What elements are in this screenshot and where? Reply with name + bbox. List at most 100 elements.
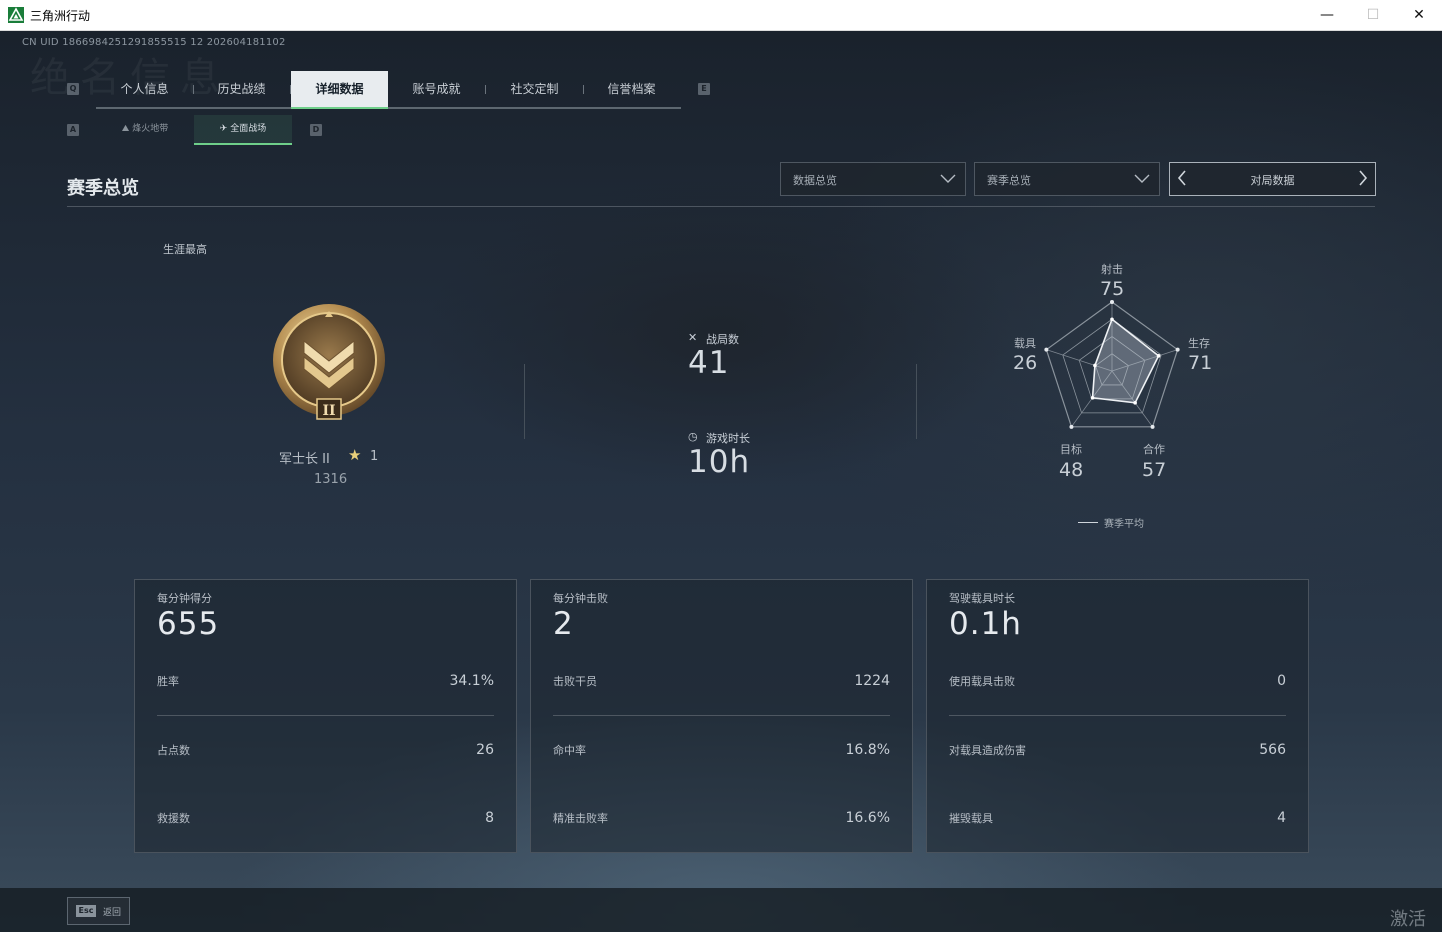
key-hint-d: D xyxy=(310,124,322,136)
close-button[interactable]: ✕ xyxy=(1396,0,1442,30)
radar-point-0 xyxy=(1110,317,1114,322)
tab-detailed-data[interactable]: 详细数据 xyxy=(291,71,388,109)
stat-value: 8 xyxy=(485,810,494,826)
stat-label: 摧毁载具 xyxy=(949,812,993,825)
card-head-label: 驾驶载具时长 xyxy=(949,592,1015,605)
row-divider xyxy=(949,715,1286,716)
radar-axis-dot xyxy=(1110,300,1114,304)
radar-label-shooting: 射击 xyxy=(1101,263,1123,276)
legend-line xyxy=(1078,522,1098,523)
card-head-value: 0.1h xyxy=(949,606,1022,642)
radar-value-vehicle: 26 xyxy=(1013,352,1038,374)
season-dropdown[interactable]: 赛季总览 xyxy=(974,162,1160,196)
radar-value-survival: 71 xyxy=(1188,352,1213,374)
matches-value: 41 xyxy=(688,345,730,381)
card-head-value: 655 xyxy=(157,606,220,642)
key-hint-a: A xyxy=(67,124,79,136)
card-head-label: 每分钟得分 xyxy=(157,592,212,605)
stat-value: 566 xyxy=(1259,742,1286,758)
subtab-warfare-label: 全面战场 xyxy=(230,124,267,134)
radar-legend-label: 赛季平均 xyxy=(1104,519,1144,530)
radar-value-objective: 48 xyxy=(1059,459,1084,481)
back-button[interactable]: Esc 返回 xyxy=(67,897,130,925)
playtime-value: 10h xyxy=(688,444,751,480)
medal-numeral: II xyxy=(322,403,335,419)
radar-axis-dot xyxy=(1150,424,1155,429)
match-data-pager: 对局数据 xyxy=(1169,162,1376,196)
tab-match-history[interactable]: 历史战绩 xyxy=(193,71,290,107)
card-head-label: 每分钟击败 xyxy=(553,592,608,605)
stat-label: 救援数 xyxy=(157,812,190,825)
rank-star-count: 1 xyxy=(370,449,379,464)
stat-label: 精准击败率 xyxy=(553,812,608,825)
rank-points: 1316 xyxy=(314,472,348,487)
chevron-right-icon[interactable] xyxy=(1357,169,1369,187)
radar-axis-dot xyxy=(1175,347,1180,352)
radar-label-vehicle: 载具 xyxy=(1014,337,1036,350)
key-hint-e: E xyxy=(698,83,710,95)
rank-name: 军士长 II xyxy=(279,452,330,467)
stat-label: 击败干员 xyxy=(553,675,597,688)
column-divider xyxy=(916,364,917,439)
card-head-value: 2 xyxy=(553,606,574,642)
game-viewport: 绝名信息 CN UID 1866984251291855515 12 20260… xyxy=(0,31,1442,932)
tab-achievements[interactable]: 账号成就 xyxy=(388,71,485,107)
radar-point-3 xyxy=(1090,395,1095,400)
subtab-operations-label: 烽火地带 xyxy=(132,124,169,134)
crossed-swords-icon: ✕ xyxy=(688,331,698,344)
star-icon: ★ xyxy=(348,446,362,464)
radar-axis-dot xyxy=(1069,424,1074,429)
stat-label: 使用载具击败 xyxy=(949,675,1015,688)
stat-value: 16.8% xyxy=(845,742,890,758)
stat-value: 34.1% xyxy=(449,673,494,689)
radar-label-teamwork: 合作 xyxy=(1143,443,1165,456)
tab-personal-info[interactable]: 个人信息 xyxy=(96,71,193,107)
stat-value: 16.6% xyxy=(845,810,890,826)
window-titlebar: 三角洲行动 — ☐ ✕ xyxy=(0,0,1442,31)
stat-label: 胜率 xyxy=(157,675,179,688)
warfare-icon: ✈ xyxy=(219,124,231,134)
chevron-down-icon xyxy=(940,174,956,183)
window-title: 三角洲行动 xyxy=(30,9,91,23)
radar-point-4 xyxy=(1093,363,1097,368)
fire-zone-icon: ⛰ xyxy=(121,124,133,134)
kill-stats-card: 每分钟击败 2 击败干员 1224 命中率 16.8% 精准击败率 16.6% xyxy=(530,579,913,853)
subtab-operations[interactable]: ⛰ 烽火地带 xyxy=(96,115,194,143)
radar-label-survival: 生存 xyxy=(1188,337,1210,350)
stat-value: 1224 xyxy=(854,673,890,689)
data-view-dropdown-label: 数据总览 xyxy=(793,174,837,187)
rank-medal-icon: II xyxy=(273,304,385,420)
radar-axis-dot xyxy=(1044,347,1049,352)
career-best-label: 生涯最高 xyxy=(163,243,207,256)
player-uid: CN UID 1866984251291855515 12 2026041811… xyxy=(22,37,286,48)
minimize-button[interactable]: — xyxy=(1304,0,1350,30)
stopwatch-icon: ◷ xyxy=(688,430,698,443)
main-tab-bar: 个人信息 历史战绩 详细数据 账号成就 社交定制 信誉档案 xyxy=(96,71,681,109)
esc-key-hint: Esc xyxy=(76,905,96,917)
subtab-warfare[interactable]: ✈ 全面战场 xyxy=(194,115,292,145)
season-dropdown-label: 赛季总览 xyxy=(987,174,1031,187)
stat-label: 命中率 xyxy=(553,744,586,757)
maximize-button[interactable]: ☐ xyxy=(1350,0,1396,30)
radar-value-shooting: 75 xyxy=(1100,278,1125,300)
radar-value-teamwork: 57 xyxy=(1142,459,1167,481)
stat-label: 占点数 xyxy=(157,744,190,757)
tab-social-custom[interactable]: 社交定制 xyxy=(486,71,583,107)
radar-point-1 xyxy=(1156,354,1161,358)
app-logo-icon xyxy=(8,7,24,23)
row-divider xyxy=(157,715,494,716)
chevron-down-icon xyxy=(1134,174,1150,183)
pager-label: 对局数据 xyxy=(1250,174,1295,187)
radar-series-polygon xyxy=(1091,317,1160,404)
footer-bar xyxy=(0,888,1442,932)
row-divider xyxy=(553,715,890,716)
section-title: 赛季总览 xyxy=(67,178,139,199)
stat-value: 4 xyxy=(1277,810,1286,826)
data-view-dropdown[interactable]: 数据总览 xyxy=(780,162,966,196)
radar-point-2 xyxy=(1133,401,1137,405)
radar-label-objective: 目标 xyxy=(1060,443,1082,456)
stat-value: 26 xyxy=(476,742,494,758)
tab-credit-record[interactable]: 信誉档案 xyxy=(583,71,680,107)
column-divider xyxy=(524,364,525,439)
stat-value: 0 xyxy=(1277,673,1286,689)
